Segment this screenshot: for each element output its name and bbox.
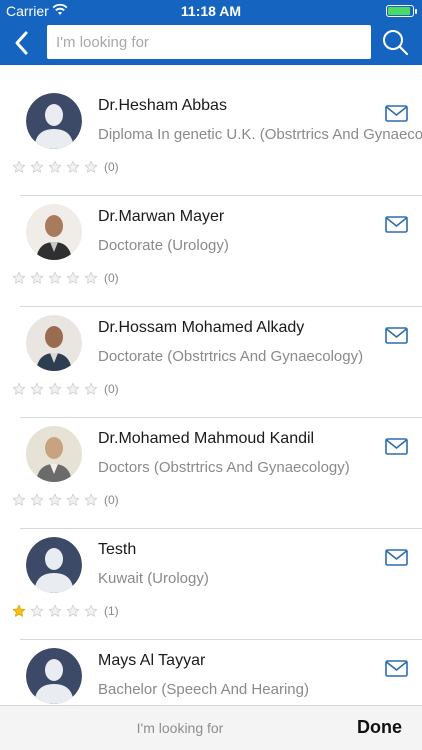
star-filled-icon [12,604,26,617]
default-avatar-icon [26,93,82,149]
search-input[interactable] [53,25,363,59]
star-empty-icon [84,271,98,284]
status-bar: Carrier 11:18 AM [0,0,422,22]
doctor-degree: Doctorate (Obstrtrics And Gynaecology) [98,348,364,365]
rating-stars: (0) [12,382,119,396]
doctor-name: Dr.Hesham Abbas [98,97,227,114]
mail-icon[interactable] [385,438,408,455]
mail-icon[interactable] [385,216,408,233]
doctor-degree: Bachelor (Speech And Hearing) [98,681,309,698]
doctor-photo [26,315,82,371]
star-empty-icon [66,493,80,506]
doctor-name: Dr.Mohamed Mahmoud Kandil [98,430,315,447]
doctor-list-item[interactable]: Dr.Marwan Mayer Doctorate (Urology) (0) [0,176,422,307]
doctor-photo [26,426,82,482]
star-empty-icon [48,382,62,395]
default-avatar-icon [26,537,82,593]
rating-stars: (0) [12,160,119,174]
doctor-list-item[interactable]: Dr.Mohamed Mahmoud Kandil Doctors (Obstrt… [0,398,422,529]
star-empty-icon [48,493,62,506]
avatar [26,648,82,704]
doctor-list-item[interactable]: Dr.Hesham Abbas Diploma In genetic U.K. (… [0,65,422,196]
star-empty-icon [48,160,62,173]
avatar [26,93,82,149]
star-empty-icon [30,382,44,395]
rating-stars: (0) [12,271,119,285]
doctor-degree: Kuwait (Urology) [98,570,209,587]
doctor-list-item[interactable]: Dr.Hossam Mohamed Alkady Doctorate (Obstr… [0,287,422,418]
star-empty-icon [30,271,44,284]
star-empty-icon [84,382,98,395]
star-empty-icon [66,382,80,395]
doctor-list-item[interactable]: Testh Kuwait (Urology) (1) [0,509,422,640]
star-empty-icon [12,493,26,506]
mail-icon[interactable] [385,327,408,344]
rating-stars: (0) [12,493,119,507]
star-empty-icon [66,604,80,617]
avatar [26,315,82,371]
rating-count: (0) [104,271,119,285]
mail-icon[interactable] [385,549,408,566]
search-icon[interactable] [380,27,410,57]
rating-stars: (1) [12,604,119,618]
star-empty-icon [12,382,26,395]
doctor-degree: Doctors (Obstrtrics And Gynaecology) [98,459,350,476]
doctor-name: Dr.Marwan Mayer [98,208,225,225]
star-empty-icon [30,493,44,506]
star-empty-icon [48,604,62,617]
star-empty-icon [12,160,26,173]
star-empty-icon [84,493,98,506]
mail-icon[interactable] [385,660,408,677]
battery-icon [386,5,417,17]
star-empty-icon [12,271,26,284]
doctor-name: Dr.Hossam Mohamed Alkady [98,319,305,336]
rating-count: (0) [104,160,119,174]
mail-icon[interactable] [385,105,408,122]
star-empty-icon [66,271,80,284]
default-avatar-icon [26,648,82,704]
avatar [26,426,82,482]
star-empty-icon [30,160,44,173]
rating-count: (1) [104,604,119,618]
rating-count: (0) [104,382,119,396]
doctor-list-item[interactable]: Mays Al Tayyar Bachelor (Speech And Heari… [0,620,422,705]
navigation-header: Carrier 11:18 AM [0,0,422,65]
rating-count: (0) [104,493,119,507]
toolbar-placeholder: I'm looking for [136,720,224,736]
doctor-name: Testh [98,541,137,558]
done-button[interactable]: Done [357,717,402,738]
star-empty-icon [30,604,44,617]
keyboard-toolbar: I'm looking for Done [0,705,422,750]
star-empty-icon [48,271,62,284]
avatar [26,204,82,260]
star-empty-icon [66,160,80,173]
star-empty-icon [84,604,98,617]
back-button[interactable] [8,28,36,58]
doctor-degree: Doctorate (Urology) [98,237,229,254]
doctor-list: Dr.Hesham Abbas Diploma In genetic U.K. (… [0,65,422,705]
status-time: 11:18 AM [180,3,242,19]
search-field[interactable] [47,25,371,59]
doctor-degree: Diploma In genetic U.K. (Obstrtrics And … [98,126,422,143]
doctor-photo [26,204,82,260]
doctor-name: Mays Al Tayyar [98,652,206,669]
avatar [26,537,82,593]
star-empty-icon [84,160,98,173]
